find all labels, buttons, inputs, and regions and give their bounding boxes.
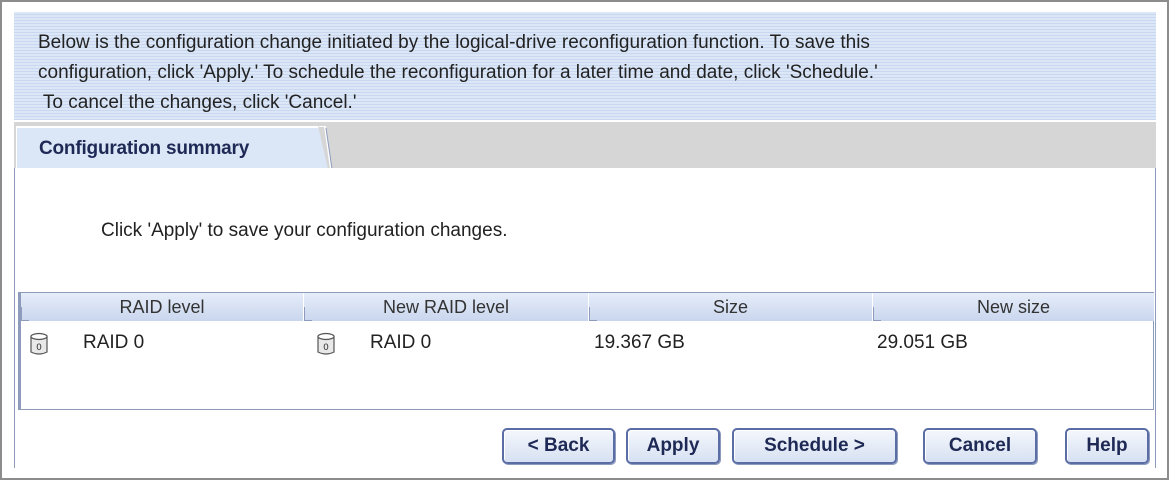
tab-bar: Configuration summary: [14, 122, 1156, 169]
cell-raid-level: 0 RAID 0: [25, 323, 295, 363]
disk-raid0-icon: 0: [30, 332, 48, 355]
cell-size: 19.367 GB: [594, 332, 685, 353]
help-button[interactable]: Help: [1065, 428, 1149, 464]
raid-summary-table: RAID level New RAID level Size New size …: [18, 292, 1154, 410]
instruction-banner: Below is the configuration change initia…: [14, 12, 1156, 120]
column-header-new-size[interactable]: New size: [873, 293, 1154, 321]
tab-label: Configuration summary: [39, 138, 250, 159]
schedule-button[interactable]: Schedule >: [732, 428, 897, 464]
instruction-line-2: configuration, click 'Apply.' To schedul…: [38, 62, 878, 83]
raid-level-value: RAID 0: [83, 332, 145, 353]
tab-edge-svg: [319, 126, 333, 169]
column-header-raid-level[interactable]: RAID level: [21, 293, 304, 321]
instruction-line-3: To cancel the changes, click 'Cancel.': [38, 92, 357, 113]
disk-raid0-icon: 0: [317, 332, 335, 355]
column-header-new-raid-level[interactable]: New RAID level: [304, 293, 589, 321]
configuration-summary-panel: Click 'Apply' to save your configuration…: [14, 168, 1156, 468]
instruction-text: Below is the configuration change initia…: [38, 28, 1148, 118]
table-header: RAID level New RAID level Size New size: [21, 293, 1154, 321]
table-row[interactable]: 0 RAID 0 0 RAID 0 19.367 GB 29.051 GB: [21, 323, 1153, 363]
column-header-size[interactable]: Size: [589, 293, 873, 321]
svg-text:0: 0: [36, 343, 42, 353]
apply-message: Click 'Apply' to save your configuration…: [101, 220, 508, 241]
svg-text:0: 0: [323, 343, 329, 353]
cell-new-raid-level: 0 RAID 0: [308, 323, 578, 363]
dialog-window: Below is the configuration change initia…: [0, 0, 1169, 480]
cancel-button[interactable]: Cancel: [923, 428, 1037, 464]
new-raid-level-value: RAID 0: [370, 332, 432, 353]
apply-button[interactable]: Apply: [626, 428, 720, 464]
instruction-line-1: Below is the configuration change initia…: [38, 32, 870, 53]
back-button[interactable]: < Back: [502, 428, 615, 464]
tab-configuration-summary[interactable]: Configuration summary: [16, 126, 328, 169]
cell-new-size: 29.051 GB: [877, 332, 968, 353]
tab-edge-decoration: [319, 126, 335, 169]
